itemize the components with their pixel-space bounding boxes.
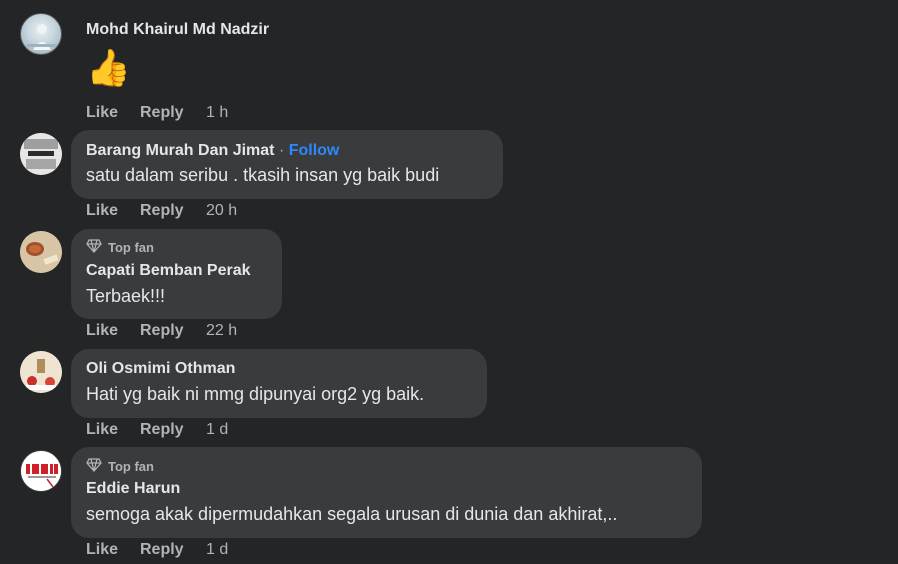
separator-dot: ·: [278, 142, 285, 159]
comment-bubble: Top fan Capati Bemban Perak Terbaek!!!: [71, 229, 282, 319]
reply-button[interactable]: Reply: [140, 421, 206, 439]
comment-actions: Like Reply 1 d: [86, 421, 228, 439]
comment-author[interactable]: Capati Bemban Perak: [86, 262, 251, 280]
comment-time[interactable]: 1 d: [206, 541, 228, 559]
comment-bubble: Top fan Eddie Harun semoga akak dipermud…: [71, 447, 702, 538]
comment-header: Barang Murah Dan Jimat · Follow: [86, 142, 339, 160]
comment-text: Terbaek!!!: [86, 286, 166, 306]
like-button[interactable]: Like: [86, 322, 140, 340]
top-fan-label: Top fan: [108, 459, 154, 474]
comment-text: semoga akak dipermudahkan segala urusan …: [86, 504, 618, 524]
comment-text: satu dalam seribu . tkasih insan yg baik…: [86, 165, 440, 185]
like-button[interactable]: Like: [86, 104, 140, 122]
reply-button[interactable]: Reply: [140, 104, 206, 122]
comment-actions: Like Reply 22 h: [86, 322, 237, 340]
diamond-icon: [86, 239, 102, 256]
reply-button[interactable]: Reply: [140, 322, 206, 340]
comment-actions: Like Reply 1 d: [86, 541, 228, 559]
follow-button[interactable]: Follow: [289, 142, 340, 159]
comment-actions: Like Reply 1 h: [86, 104, 228, 122]
avatar[interactable]: [20, 450, 62, 492]
like-button[interactable]: Like: [86, 202, 140, 220]
comment-time[interactable]: 20 h: [206, 202, 237, 220]
diamond-icon: [86, 458, 102, 475]
comment-author[interactable]: Oli Osmimi Othman: [86, 360, 235, 378]
comment-time[interactable]: 1 h: [206, 104, 228, 122]
comment-author[interactable]: Eddie Harun: [86, 480, 180, 498]
comment-time[interactable]: 22 h: [206, 322, 237, 340]
avatar[interactable]: [20, 231, 62, 273]
top-fan-badge: Top fan: [86, 458, 154, 475]
like-button[interactable]: Like: [86, 421, 140, 439]
reply-button[interactable]: Reply: [140, 541, 206, 559]
thumbs-up-emoji: 👍: [86, 47, 131, 88]
comment-bubble: Barang Murah Dan Jimat · Follow satu dal…: [71, 130, 503, 199]
top-fan-label: Top fan: [108, 240, 154, 255]
comment-bubble: Oli Osmimi Othman Hati yg baik ni mmg di…: [71, 349, 487, 418]
comment-author[interactable]: Barang Murah Dan Jimat: [86, 142, 274, 159]
comment-author[interactable]: Mohd Khairul Md Nadzir: [86, 21, 269, 39]
comment-time[interactable]: 1 d: [206, 421, 228, 439]
like-button[interactable]: Like: [86, 541, 140, 559]
comment-actions: Like Reply 20 h: [86, 202, 237, 220]
avatar[interactable]: [20, 13, 62, 55]
avatar[interactable]: [20, 351, 62, 393]
top-fan-badge: Top fan: [86, 239, 154, 256]
reply-button[interactable]: Reply: [140, 202, 206, 220]
comment-text: Hati yg baik ni mmg dipunyai org2 yg bai…: [86, 384, 425, 404]
avatar[interactable]: [20, 133, 62, 175]
